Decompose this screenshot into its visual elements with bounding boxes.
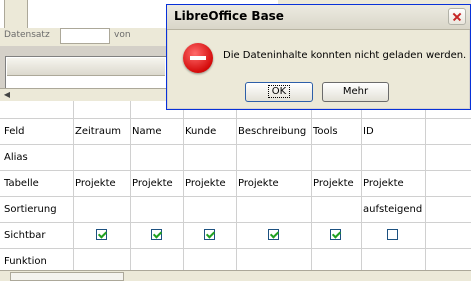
grid-column-separator [236, 101, 237, 270]
grid-cell-table[interactable]: Projekte [363, 178, 404, 189]
table-window-titlebar[interactable] [7, 58, 165, 76]
row-label-sortierung: Sortierung [4, 204, 57, 215]
scroll-left-icon[interactable]: ◀ [2, 90, 12, 100]
visible-checkbox[interactable] [330, 229, 341, 240]
query-design-grid: Feld Alias Tabelle Sortierung Sichtbar Funkti… [0, 101, 471, 270]
grid-cell-table[interactable]: Projekte [313, 178, 354, 189]
grid-cell-field[interactable]: Zeitraum [75, 126, 121, 137]
grid-cell-field[interactable]: ID [363, 126, 374, 137]
grid-cell-field[interactable]: Tools [313, 126, 338, 137]
grid-cell-field[interactable]: Beschreibung [238, 126, 306, 137]
grid-cell-field[interactable]: Kunde [185, 126, 216, 137]
dialog-titlebar: LibreOffice Base [167, 5, 470, 30]
grid-cell-table[interactable]: Projekte [185, 178, 226, 189]
grid-cell-field[interactable]: Name [132, 126, 162, 137]
visible-checkbox[interactable] [204, 229, 215, 240]
ok-button-label: OK [267, 85, 291, 98]
grid-cell-table[interactable]: Projekte [238, 178, 279, 189]
dialog-message: Die Dateninhalte konnten nicht geladen w… [223, 50, 467, 61]
row-label-tabelle: Tabelle [4, 178, 39, 189]
error-dialog: LibreOffice Base Die Dateninhalte konnte… [166, 4, 471, 110]
row-label-feld: Feld [4, 126, 25, 137]
record-label: Datensatz [4, 30, 50, 40]
row-label-sichtbar: Sichtbar [4, 230, 46, 241]
visible-checkbox[interactable] [96, 229, 107, 240]
grid-cell-table[interactable]: Projekte [132, 178, 173, 189]
grid-column-separator [183, 101, 184, 270]
ok-button[interactable]: OK [245, 82, 313, 102]
grid-column-separator [361, 101, 362, 270]
grid-column-separator [73, 101, 74, 270]
grid-column-separator [311, 101, 312, 270]
visible-checkbox[interactable] [387, 229, 398, 240]
row-label-funktion: Funktion [4, 256, 47, 267]
visible-checkbox[interactable] [268, 229, 279, 240]
row-label-alias: Alias [4, 152, 28, 163]
record-of-label: von [114, 30, 131, 40]
close-icon[interactable] [448, 8, 466, 25]
grid-cell-table[interactable]: Projekte [75, 178, 116, 189]
more-button[interactable]: Mehr [322, 82, 389, 102]
visible-checkbox[interactable] [151, 229, 162, 240]
grid-horizontal-scrollbar[interactable] [0, 270, 471, 281]
grid-column-separator [425, 101, 426, 270]
dialog-title: LibreOffice Base [174, 9, 284, 23]
form-area-left [0, 0, 5, 28]
record-number-input[interactable] [60, 28, 110, 44]
grid-column-separator [130, 101, 131, 270]
error-icon [183, 43, 213, 73]
grid-cell-sort[interactable]: aufsteigend [363, 204, 422, 215]
